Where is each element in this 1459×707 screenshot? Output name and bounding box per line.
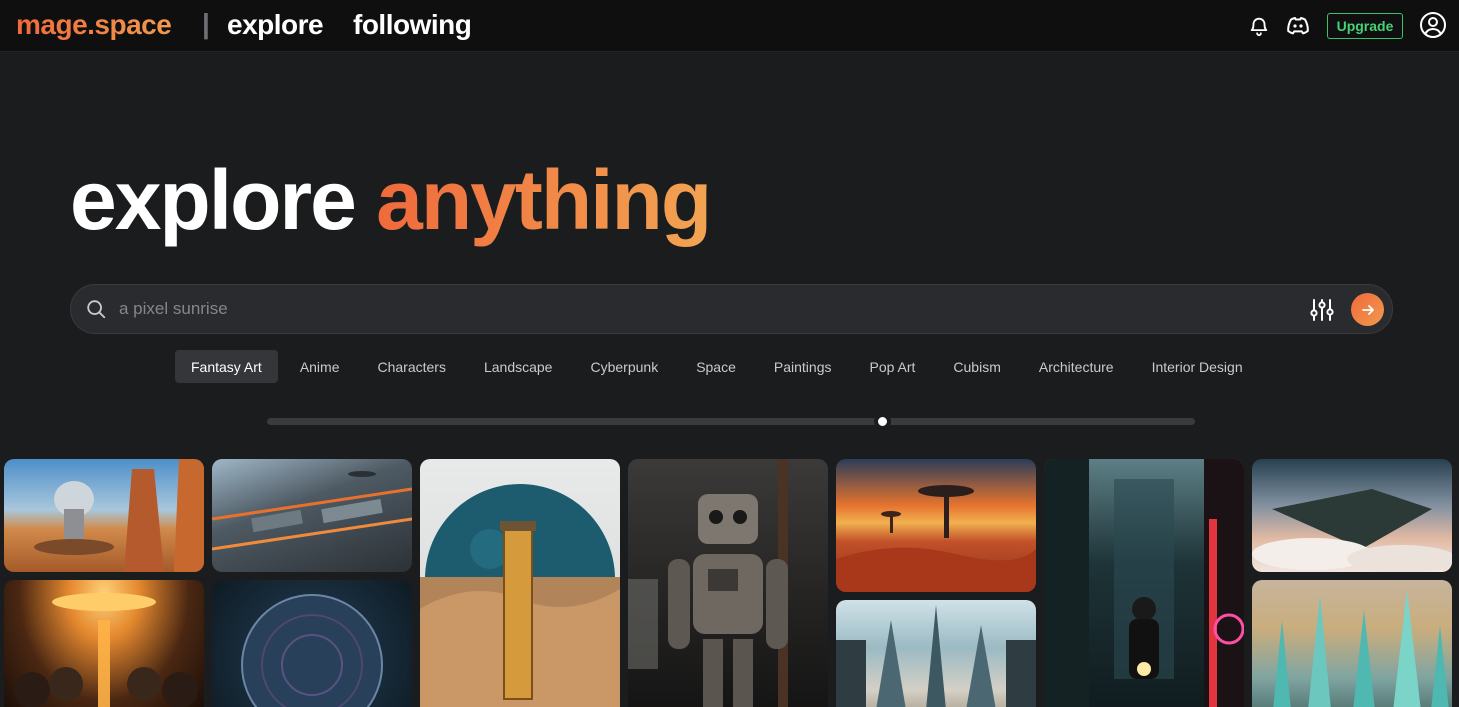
tab-paintings[interactable]: Paintings [755, 350, 851, 383]
floating-island-illustration [1252, 489, 1452, 572]
lighthouse-planet-illustration [420, 484, 620, 707]
search-bar [70, 284, 1393, 334]
helmeted-figures-illustration [14, 593, 198, 707]
discord-icon[interactable] [1286, 15, 1310, 37]
hero-title-word-explore: explore [70, 153, 357, 247]
brand-logo[interactable]: mage.space [16, 9, 172, 41]
tab-fantasy-art[interactable]: Fantasy Art [175, 350, 278, 383]
filter-sliders-icon[interactable] [1309, 297, 1335, 323]
gallery-image[interactable] [836, 459, 1036, 592]
dome-structure-illustration [34, 459, 204, 572]
tab-cubism[interactable]: Cubism [934, 350, 1019, 383]
upgrade-button[interactable]: Upgrade [1327, 13, 1403, 39]
top-bar: mage.space | explore following Upgrade [0, 0, 1459, 52]
hero-title: explore anything [70, 150, 712, 250]
tab-space[interactable]: Space [677, 350, 755, 383]
gallery-image[interactable] [1044, 459, 1244, 707]
bell-icon[interactable] [1248, 14, 1270, 38]
gallery-image[interactable] [1252, 580, 1452, 707]
gallery-image[interactable] [1252, 459, 1452, 572]
search-submit-button[interactable] [1351, 293, 1384, 326]
neon-motorcycle-illustration [1044, 459, 1244, 707]
circuit-city-illustration [212, 471, 412, 551]
user-circle-icon[interactable] [1419, 11, 1447, 39]
gallery-image[interactable] [628, 459, 828, 707]
nav-following-link[interactable]: following [353, 9, 472, 41]
category-scroll-slider[interactable] [267, 418, 1195, 425]
spire-city-illustration [836, 605, 1036, 707]
gallery-image[interactable] [212, 459, 412, 572]
tab-characters[interactable]: Characters [359, 350, 465, 383]
gallery-image[interactable] [420, 459, 620, 707]
nav-separator: | [202, 8, 210, 39]
tab-pop-art[interactable]: Pop Art [850, 350, 934, 383]
gallery-image[interactable] [4, 580, 204, 707]
crystal-city-illustration [1273, 590, 1449, 707]
tab-cyberpunk[interactable]: Cyberpunk [571, 350, 677, 383]
tab-anime[interactable]: Anime [281, 350, 359, 383]
slider-thumb[interactable] [874, 413, 891, 430]
rusty-robot-illustration [628, 459, 788, 707]
search-input[interactable] [119, 295, 1299, 323]
category-tabs: Fantasy Art Anime Characters Landscape C… [175, 350, 1262, 383]
tab-architecture[interactable]: Architecture [1020, 350, 1133, 383]
gallery-image[interactable] [836, 600, 1036, 707]
glass-sphere-illustration [241, 594, 383, 707]
nav-explore-link[interactable]: explore [227, 9, 324, 41]
arrow-right-icon [1361, 304, 1374, 315]
gallery-image[interactable] [4, 459, 204, 572]
hero-title-word-anything: anything [376, 153, 712, 247]
alien-desert-illustration [836, 485, 1036, 592]
tab-landscape[interactable]: Landscape [465, 350, 572, 383]
gallery-image[interactable] [212, 580, 412, 707]
search-icon [87, 300, 106, 319]
tab-interior-design[interactable]: Interior Design [1133, 350, 1262, 383]
